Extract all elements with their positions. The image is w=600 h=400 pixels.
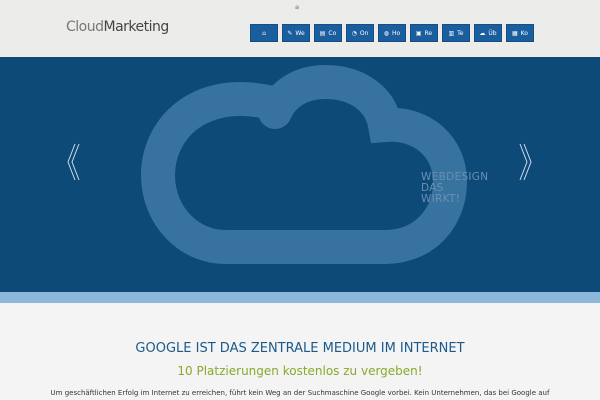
hosting-icon: ◍ <box>383 29 390 37</box>
nav-label: We <box>295 29 305 37</box>
logo[interactable]: CloudMarketing <box>66 19 169 35</box>
nav-kontakt[interactable]: ▦ Ko <box>506 24 534 42</box>
nav-content[interactable]: ▤ Co <box>314 24 342 42</box>
cloud-graphic <box>140 64 468 264</box>
intro-paragraph: Um geschäftlichen Erfolg im Internet zu … <box>50 389 550 397</box>
main-heading: GOOGLE IST DAS ZENTRALE MEDIUM IM INTERN… <box>135 341 465 356</box>
nav-label: Ho <box>392 29 401 37</box>
nav-hosting[interactable]: ◍ Ho <box>378 24 406 42</box>
nav-label: Re <box>424 29 433 37</box>
kontakt-icon: ▦ <box>512 29 518 37</box>
team-icon: ▥ <box>448 29 455 37</box>
nav-label: Co <box>328 29 337 37</box>
nav-team[interactable]: ▥ Te <box>442 24 470 42</box>
banner-strip <box>0 292 600 303</box>
header: 🔒︎ CloudMarketing ⌂ ✎ We ▤ Co ◔ On ◍ Ho ▣ Re ▥ Te ☁ Üb… <box>0 0 600 57</box>
nav-online[interactable]: ◔ On <box>346 24 374 42</box>
prev-arrow-icon[interactable] <box>66 143 80 181</box>
lock-icon: 🔒︎ <box>295 2 300 11</box>
nav-referenzen[interactable]: ▣ Re <box>410 24 438 42</box>
nav-label: Ko <box>520 29 528 37</box>
next-arrow-icon[interactable] <box>519 143 533 181</box>
ueber-icon: ☁ <box>479 29 486 37</box>
nav-webdesign[interactable]: ✎ We <box>282 24 310 42</box>
webdesign-icon: ✎ <box>287 29 293 37</box>
sub-heading: 10 Platzierungen kostenlos zu vergeben! <box>177 364 423 378</box>
online-icon: ◔ <box>351 29 357 37</box>
nav-label: Te <box>457 29 464 37</box>
nav-label: On <box>359 29 369 37</box>
referenzen-icon: ▣ <box>415 29 422 37</box>
nav-home[interactable]: ⌂ <box>250 24 278 42</box>
nav-label: Üb <box>488 29 497 37</box>
home-icon: ⌂ <box>262 29 266 37</box>
nav-ueber[interactable]: ☁ Üb <box>474 24 502 42</box>
main-nav: ⌂ ✎ We ▤ Co ◔ On ◍ Ho ▣ Re ▥ Te ☁ Üb ▦ Ko <box>250 24 534 42</box>
slogan: WEBDESIGN DAS WIRKT! <box>421 172 488 205</box>
content-icon: ▤ <box>319 29 326 37</box>
hero-slider: WEBDESIGN DAS WIRKT! <box>0 57 600 292</box>
slogan-line: WIRKT! <box>421 193 461 205</box>
